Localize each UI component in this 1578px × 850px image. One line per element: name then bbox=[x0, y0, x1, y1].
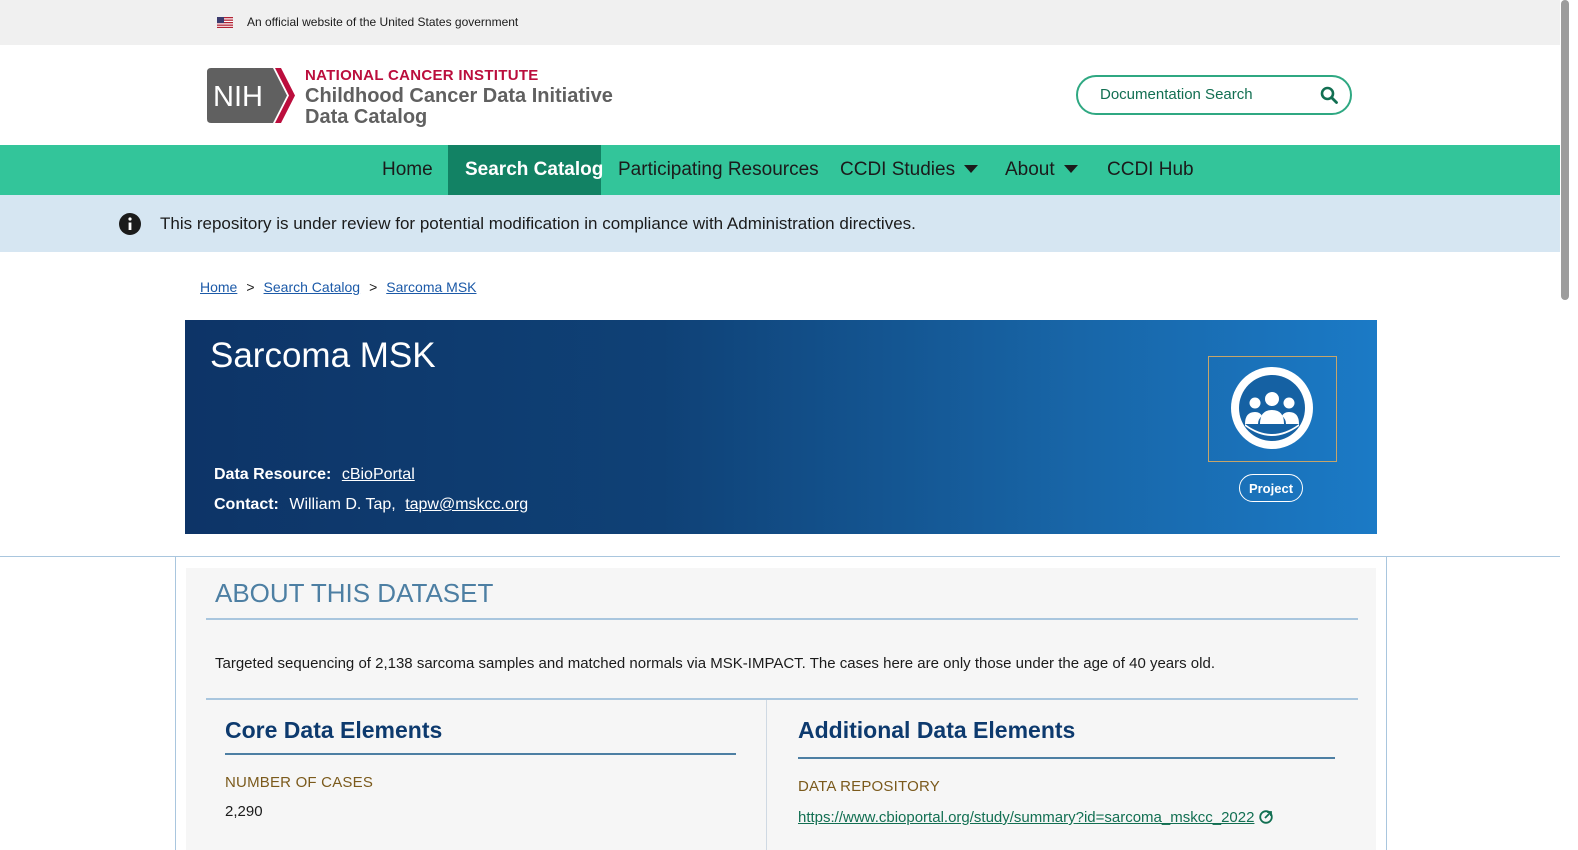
documentation-search-input[interactable] bbox=[1098, 85, 1322, 104]
column-divider bbox=[766, 700, 767, 850]
data-repository-label: DATA REPOSITORY bbox=[798, 778, 940, 795]
contact-row: Contact: William D. Tap, tapw@mskcc.org bbox=[214, 496, 528, 514]
documentation-search bbox=[1076, 75, 1352, 115]
nav-ccdi-hub[interactable]: CCDI Hub bbox=[1090, 145, 1211, 195]
caret-down-icon bbox=[964, 164, 979, 173]
external-link-icon bbox=[1259, 810, 1274, 824]
heading-rule bbox=[206, 618, 1358, 620]
data-resource-link[interactable]: cBioPortal bbox=[342, 466, 415, 483]
core-heading: Core Data Elements bbox=[225, 717, 443, 743]
about-dataset-card: ABOUT THIS DATASET Targeted sequencing o… bbox=[186, 568, 1376, 850]
main-nav: Home Search Catalog Participating Resour… bbox=[0, 145, 1560, 195]
dataset-title: Sarcoma MSK bbox=[210, 336, 436, 375]
nav-search-catalog[interactable]: Search Catalog bbox=[448, 145, 603, 195]
nih-logo-icon[interactable]: NIH bbox=[207, 68, 295, 123]
site-title-line2: Data Catalog bbox=[305, 106, 428, 128]
dataset-description: Targeted sequencing of 2,138 sarcoma sam… bbox=[215, 655, 1215, 672]
us-flag-icon bbox=[217, 17, 233, 28]
dataset-hero: Sarcoma MSK Data Resource: cBioPortal Co… bbox=[185, 320, 1377, 534]
contact-name: William D. Tap, bbox=[289, 496, 396, 513]
nav-home[interactable]: Home bbox=[365, 145, 450, 195]
project-badge[interactable]: Project bbox=[1239, 474, 1303, 502]
description-rule bbox=[206, 698, 1358, 700]
about-heading: ABOUT THIS DATASET bbox=[215, 578, 494, 608]
nav-about-label: About bbox=[1005, 159, 1055, 180]
nav-about[interactable]: About bbox=[988, 145, 1095, 195]
site-title[interactable]: NATIONAL CANCER INSTITUTE Childhood Canc… bbox=[305, 65, 613, 128]
people-group-icon bbox=[1231, 367, 1313, 449]
nav-participating-resources[interactable]: Participating Resources bbox=[601, 145, 836, 195]
breadcrumb-home[interactable]: Home bbox=[200, 279, 237, 295]
number-of-cases-value: 2,290 bbox=[225, 803, 263, 820]
data-resource-label: Data Resource: bbox=[214, 466, 332, 483]
number-of-cases-label: NUMBER OF CASES bbox=[225, 774, 374, 791]
institute-name: NATIONAL CANCER INSTITUTE bbox=[305, 67, 539, 84]
search-icon[interactable] bbox=[1320, 86, 1338, 104]
site-title-line1: Childhood Cancer Data Initiative bbox=[305, 85, 613, 107]
gov-banner: An official website of the United States… bbox=[0, 0, 1560, 45]
breadcrumb-separator: > bbox=[369, 279, 378, 295]
scrollbar-thumb[interactable] bbox=[1561, 0, 1569, 300]
page-scrollbar[interactable] bbox=[1560, 0, 1578, 850]
data-resource-row: Data Resource: cBioPortal bbox=[214, 466, 415, 484]
project-type-tile bbox=[1208, 356, 1337, 462]
nav-ccdi-studies-label: CCDI Studies bbox=[840, 159, 956, 180]
additional-heading-rule bbox=[798, 757, 1335, 759]
alert-message: This repository is under review for pote… bbox=[160, 214, 916, 233]
review-alert: This repository is under review for pote… bbox=[0, 195, 1560, 252]
info-icon bbox=[119, 213, 141, 235]
additional-heading: Additional Data Elements bbox=[798, 717, 1076, 743]
breadcrumb-separator: > bbox=[246, 279, 255, 295]
data-repository-value: https://www.cbioportal.org/study/summary… bbox=[798, 807, 1278, 829]
nih-logo-mark: NIH bbox=[213, 81, 263, 113]
breadcrumb-search-catalog[interactable]: Search Catalog bbox=[264, 279, 361, 295]
core-heading-rule bbox=[225, 753, 736, 755]
contact-email-link[interactable]: tapw@mskcc.org bbox=[405, 496, 528, 513]
data-repository-link[interactable]: https://www.cbioportal.org/study/summary… bbox=[798, 809, 1254, 826]
breadcrumb-current[interactable]: Sarcoma MSK bbox=[386, 279, 476, 295]
caret-down-icon bbox=[1063, 164, 1078, 173]
gov-banner-text: An official website of the United States… bbox=[247, 15, 519, 29]
breadcrumb: Home > Search Catalog > Sarcoma MSK bbox=[200, 279, 477, 295]
nav-ccdi-studies[interactable]: CCDI Studies bbox=[823, 145, 995, 195]
site-header: NIH NATIONAL CANCER INSTITUTE Childhood … bbox=[0, 45, 1560, 145]
contact-label: Contact: bbox=[214, 496, 279, 513]
